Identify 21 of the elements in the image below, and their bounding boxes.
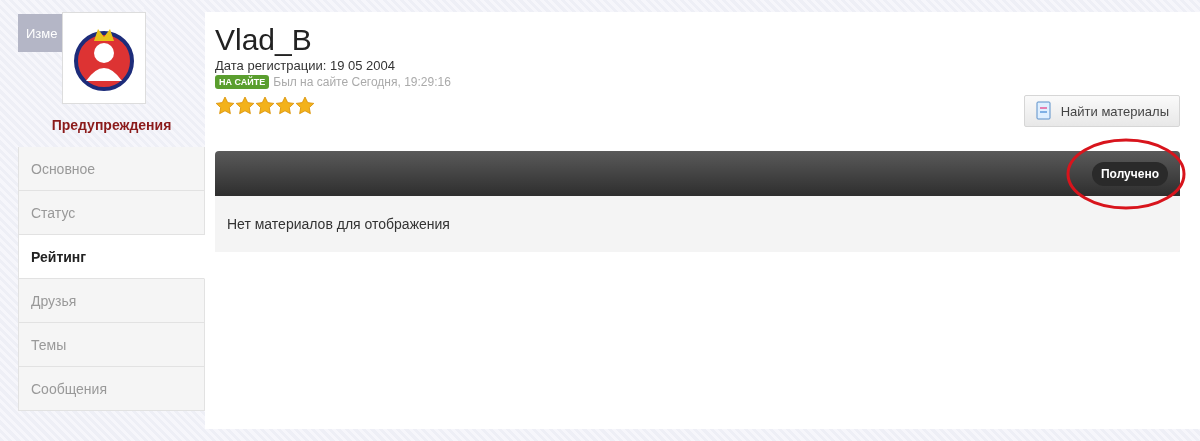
empty-message: Нет материалов для отображения	[215, 196, 1180, 252]
star-icon	[295, 96, 315, 115]
sidebar-item[interactable]: Друзья	[18, 279, 205, 323]
last-seen: Был на сайте Сегодня, 19:29:16	[273, 75, 451, 89]
document-icon	[1034, 101, 1053, 121]
find-materials-button[interactable]: Найти материалы	[1023, 95, 1180, 127]
sidebar-item[interactable]: Сообщения	[18, 367, 205, 411]
sidebar-item[interactable]: Рейтинг	[18, 235, 205, 279]
sidebar-item[interactable]: Основное	[18, 147, 205, 191]
star-icon	[215, 96, 235, 115]
star-icon	[255, 96, 275, 115]
online-badge: НА САЙТЕ	[215, 75, 270, 89]
warnings-link[interactable]: Предупреждения	[18, 117, 205, 133]
sidebar-item[interactable]: Темы	[18, 323, 205, 367]
received-tab[interactable]: Получено	[1092, 161, 1168, 186]
star-icon	[235, 96, 255, 115]
registration-date: Дата регистрации: 19 05 2004	[215, 58, 397, 73]
sidebar-item[interactable]: Статус	[18, 191, 205, 235]
username: Vlad_B	[215, 24, 313, 56]
star-icon	[275, 96, 295, 115]
edit-button[interactable]: Изме	[18, 14, 62, 52]
